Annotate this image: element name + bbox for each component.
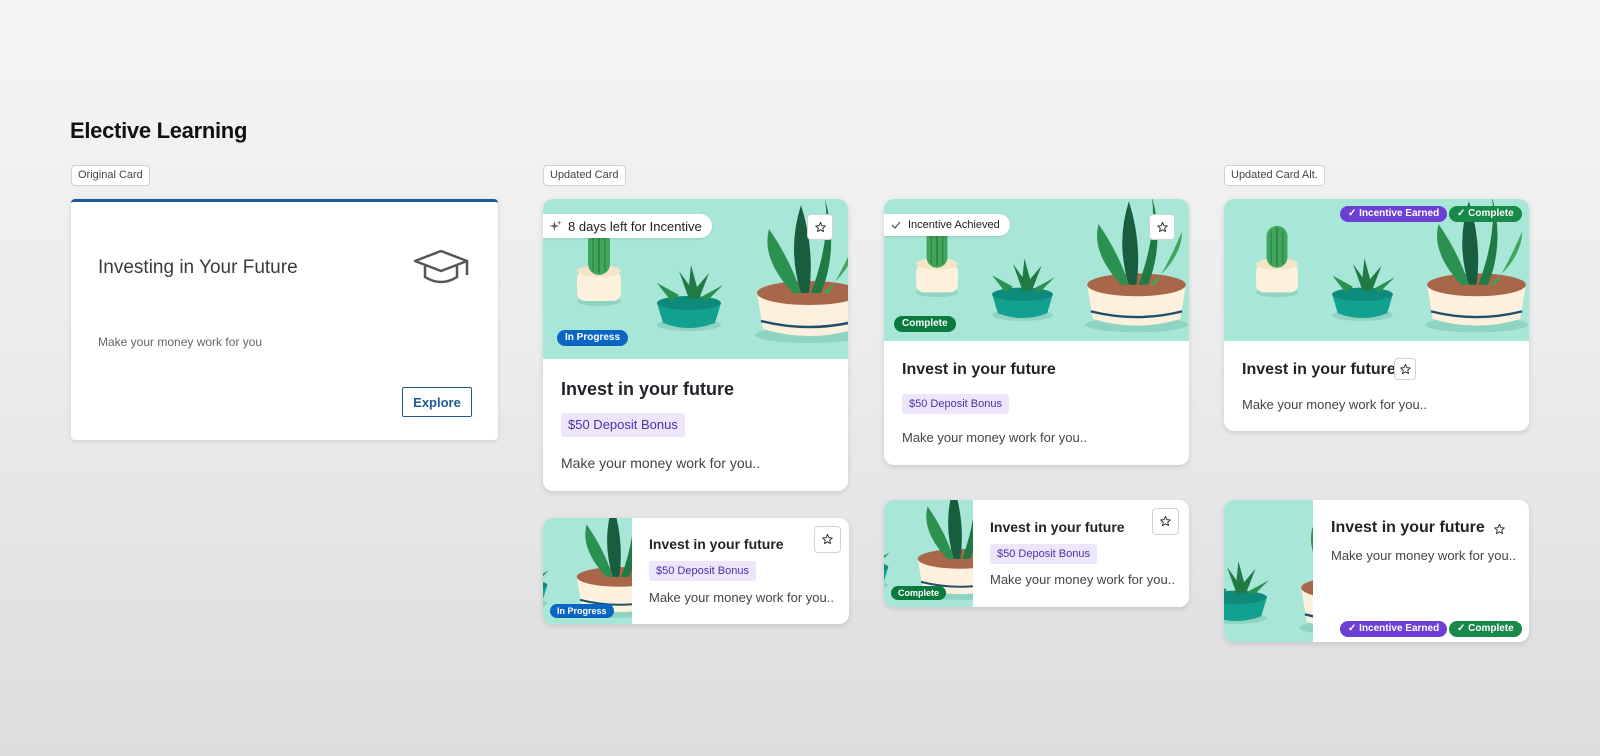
graduation-cap-icon bbox=[413, 247, 469, 292]
card-description: Make your money work for you.. bbox=[1331, 548, 1516, 563]
status-badge: Complete bbox=[891, 586, 947, 600]
incentive-text: 8 days left for Incentive bbox=[568, 218, 702, 234]
card-title: Invest in your future bbox=[990, 519, 1125, 535]
card-description: Make your money work for you.. bbox=[649, 590, 834, 605]
card-description: Make your money work for you.. bbox=[990, 572, 1175, 587]
card-title: Invest in your future bbox=[1331, 519, 1485, 536]
favorite-star-button[interactable] bbox=[807, 214, 833, 240]
card-title: Invest in your future bbox=[649, 536, 784, 552]
status-badge: ✓ Complete bbox=[1449, 621, 1522, 637]
star-icon bbox=[1156, 221, 1168, 232]
original-card: Investing in Your Future Make your money… bbox=[71, 199, 498, 440]
incentive-banner: 8 days left for Incentive bbox=[543, 214, 712, 238]
card-title: Invest in your future bbox=[902, 361, 1056, 378]
learning-card-complete[interactable]: Incentive Achieved Complete Invest in yo… bbox=[884, 199, 1189, 465]
bonus-badge: $50 Deposit Bonus bbox=[561, 413, 685, 437]
plants-illustration bbox=[1224, 500, 1313, 642]
learning-card-in-progress-compact[interactable]: In Progress Invest in your future $50 De… bbox=[543, 518, 849, 624]
incentive-text: Incentive Achieved bbox=[908, 219, 1000, 231]
page-title: Elective Learning bbox=[70, 118, 248, 143]
status-badge: Complete bbox=[894, 316, 956, 332]
favorite-star-button[interactable] bbox=[1152, 508, 1179, 535]
incentive-banner: Incentive Achieved bbox=[884, 214, 1010, 236]
star-icon bbox=[1399, 363, 1411, 374]
status-text: Complete bbox=[1468, 623, 1514, 634]
bonus-badge: $50 Deposit Bonus bbox=[649, 561, 756, 581]
learning-card-alt[interactable]: ✓ Incentive Earned ✓ Complete Invest in … bbox=[1224, 199, 1529, 431]
card-description: Make your money work for you.. bbox=[902, 430, 1087, 445]
learning-card-alt-compact[interactable]: Invest in your future Make your money wo… bbox=[1224, 500, 1529, 642]
incentive-earned-badge: ✓ Incentive Earned bbox=[1340, 621, 1448, 637]
card-description: Make your money work for you bbox=[98, 335, 263, 349]
learning-card-in-progress[interactable]: 8 days left for Incentive In Progress In… bbox=[543, 199, 848, 491]
explore-button[interactable]: Explore bbox=[402, 387, 472, 417]
status-badge: In Progress bbox=[550, 604, 614, 618]
status-text: Complete bbox=[1468, 208, 1514, 219]
star-icon bbox=[822, 533, 833, 545]
incentive-earned-text: Incentive Earned bbox=[1359, 623, 1440, 634]
card-title: Invest in your future bbox=[561, 379, 735, 399]
learning-card-complete-compact[interactable]: Complete Invest in your future $50 Depos… bbox=[884, 500, 1189, 607]
favorite-star-button[interactable] bbox=[1394, 358, 1416, 380]
original-card-label: Original Card bbox=[71, 165, 150, 186]
status-badge: ✓ Complete bbox=[1449, 206, 1522, 222]
favorite-star-button[interactable] bbox=[1488, 518, 1510, 540]
card-description: Make your money work for you.. bbox=[561, 455, 761, 471]
card-title: Invest in your future bbox=[1242, 361, 1396, 378]
favorite-star-button[interactable] bbox=[814, 526, 841, 553]
card-description: Make your money work for you.. bbox=[1242, 397, 1427, 412]
favorite-star-button[interactable] bbox=[1149, 214, 1175, 240]
sparkle-icon bbox=[549, 220, 562, 231]
check-icon bbox=[891, 221, 901, 229]
status-badge: In Progress bbox=[557, 330, 629, 346]
updated-card-label: Updated Card bbox=[543, 165, 626, 186]
star-icon bbox=[814, 221, 826, 232]
card-title: Investing in Your Future bbox=[98, 257, 298, 278]
updated-card-alt-label: Updated Card Alt. bbox=[1224, 165, 1325, 186]
incentive-earned-text: Incentive Earned bbox=[1359, 208, 1440, 219]
incentive-earned-badge: ✓ Incentive Earned bbox=[1340, 206, 1448, 222]
star-icon bbox=[1493, 523, 1505, 534]
bonus-badge: $50 Deposit Bonus bbox=[902, 394, 1009, 414]
star-icon bbox=[1160, 515, 1171, 527]
bonus-badge: $50 Deposit Bonus bbox=[990, 544, 1097, 564]
